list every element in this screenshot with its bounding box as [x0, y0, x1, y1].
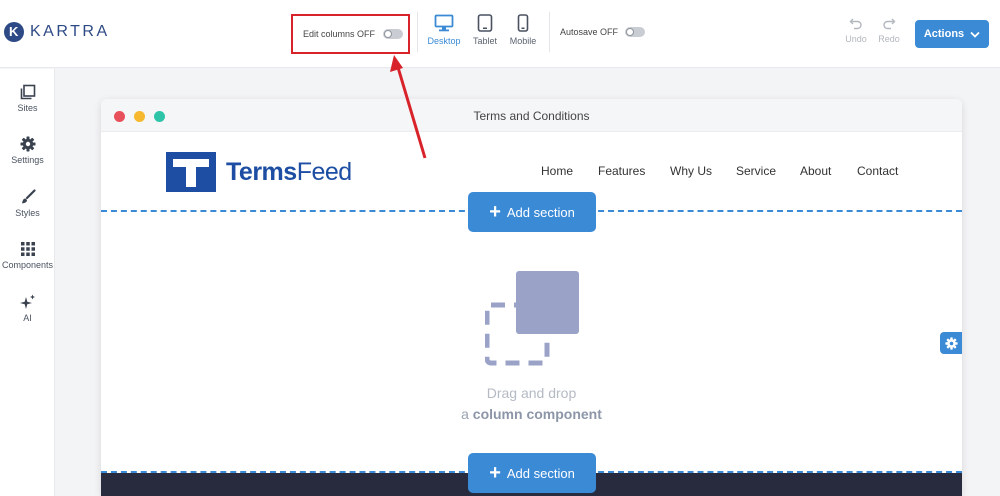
- edit-columns-control[interactable]: Edit columns OFF: [291, 14, 410, 54]
- plus-icon: +: [489, 462, 501, 484]
- termsfeed-wordmark: TermsFeed: [226, 158, 352, 187]
- nav-link-features[interactable]: Features: [598, 164, 645, 178]
- sidebar-item-styles[interactable]: Styles: [0, 189, 55, 218]
- edit-columns-toggle[interactable]: [383, 29, 404, 39]
- mobile-view-button[interactable]: Mobile: [503, 14, 543, 46]
- grid-icon: [20, 242, 35, 256]
- chevron-down-icon: [970, 31, 980, 38]
- sidebar-item-ai[interactable]: AI: [0, 294, 55, 323]
- sidebar-item-settings[interactable]: Settings: [0, 136, 55, 165]
- nav-link-contact[interactable]: Contact: [857, 164, 898, 178]
- gear-icon: [944, 336, 958, 350]
- mobile-icon: [517, 14, 529, 32]
- actions-button[interactable]: Actions: [915, 20, 989, 48]
- sidebar-item-label: Styles: [15, 208, 40, 218]
- mobile-label: Mobile: [509, 36, 537, 46]
- termsfeed-wordmark-light: Feed: [296, 157, 352, 186]
- sidebar-item-sites[interactable]: Sites: [0, 84, 55, 113]
- add-section-label: Add section: [506, 204, 575, 220]
- brush-icon: [21, 189, 36, 204]
- add-section-label: Add section: [506, 465, 575, 481]
- dropzone-text-line1: Drag and drop: [486, 385, 577, 401]
- autosave-toggle[interactable]: [625, 27, 646, 37]
- window-titlebar: Terms and Conditions: [101, 99, 962, 132]
- dropzone-text-prefix: a: [461, 406, 469, 422]
- undo-button[interactable]: Undo: [841, 16, 871, 44]
- sidebar-item-components[interactable]: Components: [0, 241, 55, 270]
- drag-drop-column-icon: [485, 271, 579, 366]
- sidebar-item-label: AI: [23, 313, 32, 323]
- sparkle-icon: [19, 294, 35, 309]
- toolbar-divider: [549, 12, 550, 52]
- brand-name: KARTRA: [30, 23, 110, 40]
- tablet-view-button[interactable]: Tablet: [465, 14, 505, 46]
- termsfeed-logo-icon: [166, 152, 216, 192]
- toolbar-divider: [417, 12, 418, 52]
- desktop-icon: [434, 14, 454, 32]
- edit-columns-label: Edit columns OFF: [303, 29, 376, 39]
- undo-label: Undo: [845, 34, 867, 44]
- sidebar-item-label: Sites: [17, 103, 38, 113]
- kartra-logo-icon: [4, 22, 24, 42]
- page-canvas: Terms and Conditions TermsFeed Home Feat…: [101, 99, 962, 496]
- nav-link-service[interactable]: Service: [736, 164, 776, 178]
- sites-icon: [20, 84, 35, 100]
- window-title: Terms and Conditions: [473, 109, 590, 123]
- termsfeed-logo[interactable]: TermsFeed: [166, 152, 352, 192]
- autosave-control[interactable]: Autosave OFF: [560, 27, 646, 37]
- tablet-label: Tablet: [472, 36, 498, 46]
- nav-link-home[interactable]: Home: [541, 164, 573, 178]
- redo-label: Redo: [878, 34, 900, 44]
- sidebar-item-label: Components: [1, 260, 54, 270]
- autosave-label: Autosave OFF: [560, 27, 619, 37]
- dropzone-text-line2: a column component: [101, 406, 962, 422]
- sidebar-item-label: Settings: [11, 155, 44, 165]
- nav-link-why-us[interactable]: Why Us: [670, 164, 712, 178]
- nav-link-about[interactable]: About: [800, 164, 831, 178]
- termsfeed-wordmark-bold: Terms: [226, 157, 297, 186]
- section-settings-button[interactable]: [940, 332, 962, 354]
- plus-icon: +: [489, 201, 501, 223]
- gear-icon: [20, 136, 35, 152]
- actions-label: Actions: [923, 28, 965, 40]
- dropzone-text-bold: column component: [472, 406, 602, 422]
- undo-icon: [849, 18, 862, 30]
- kartra-logo[interactable]: KARTRA: [4, 22, 110, 42]
- redo-button[interactable]: Redo: [874, 16, 904, 44]
- left-sidebar: Sites Settings Styles Components AI: [0, 69, 55, 496]
- desktop-view-button[interactable]: Desktop: [424, 14, 464, 46]
- add-section-button[interactable]: + Add section: [468, 192, 596, 232]
- desktop-label: Desktop: [427, 36, 461, 46]
- tablet-icon: [477, 14, 493, 32]
- redo-icon: [883, 18, 896, 30]
- top-toolbar: KARTRA Edit columns OFF Desktop Tablet M…: [0, 0, 1000, 68]
- add-section-button[interactable]: + Add section: [468, 453, 596, 493]
